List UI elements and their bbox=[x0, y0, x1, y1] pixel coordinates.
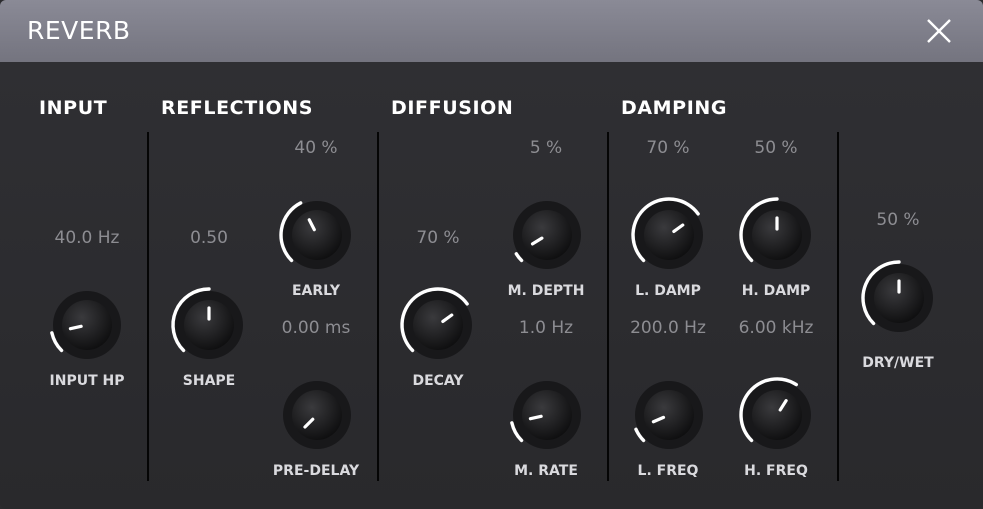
l-freq-label: L. FREQ bbox=[637, 463, 699, 479]
shape-label: SHAPE bbox=[182, 373, 236, 389]
knob-cap bbox=[292, 390, 342, 440]
section-reflections-heading: REFLECTIONS bbox=[161, 97, 313, 119]
l-damp-label: L. DAMP bbox=[635, 283, 701, 299]
input-hp-label: INPUT HP bbox=[49, 373, 125, 389]
section-input-heading: INPUT bbox=[39, 97, 108, 119]
knob-cap bbox=[752, 390, 802, 440]
m-rate-value: 1.0 Hz bbox=[518, 318, 574, 338]
close-icon[interactable] bbox=[922, 14, 956, 48]
l-damp-value: 70 % bbox=[646, 138, 690, 158]
h-damp-value: 50 % bbox=[754, 138, 798, 158]
section-divider bbox=[377, 132, 379, 481]
dry-wet-knob[interactable] bbox=[858, 257, 940, 339]
h-damp-label: H. DAMP bbox=[741, 283, 811, 299]
m-rate-label: M. RATE bbox=[514, 463, 578, 479]
dry-wet-value: 50 % bbox=[876, 210, 920, 230]
pre-delay-label: PRE-DELAY bbox=[272, 463, 360, 479]
title-bar: REVERB bbox=[0, 0, 983, 62]
l-freq-knob[interactable] bbox=[628, 374, 710, 456]
knob-cap bbox=[292, 210, 342, 260]
m-depth-label: M. DEPTH bbox=[507, 283, 585, 299]
h-freq-label: H. FREQ bbox=[744, 463, 808, 479]
m-rate-knob[interactable] bbox=[506, 374, 588, 456]
input-hp-value: 40.0 Hz bbox=[54, 228, 120, 248]
pre-delay-knob[interactable] bbox=[276, 374, 358, 456]
knob-cap bbox=[522, 390, 572, 440]
window-title: REVERB bbox=[27, 16, 131, 45]
early-label: EARLY bbox=[291, 283, 341, 299]
knob-cap bbox=[413, 300, 463, 350]
section-divider bbox=[607, 132, 609, 481]
dry-wet-label: DRY/WET bbox=[862, 355, 934, 371]
h-freq-knob[interactable] bbox=[736, 374, 818, 456]
knob-cap bbox=[62, 300, 112, 350]
knob-cap bbox=[522, 210, 572, 260]
decay-knob[interactable] bbox=[397, 284, 479, 366]
input-hp-knob[interactable] bbox=[46, 284, 128, 366]
m-depth-knob[interactable] bbox=[506, 194, 588, 276]
section-divider bbox=[837, 132, 839, 481]
knob-cap bbox=[644, 390, 694, 440]
reverb-window: REVERB INPUT REFLECTIONS DIFFUSION DAMPI… bbox=[0, 0, 983, 509]
shape-knob[interactable] bbox=[168, 284, 250, 366]
section-diffusion-heading: DIFFUSION bbox=[391, 97, 514, 119]
early-knob[interactable] bbox=[276, 194, 358, 276]
decay-label: DECAY bbox=[412, 373, 464, 389]
h-freq-value: 6.00 kHz bbox=[738, 318, 814, 338]
pre-delay-value: 0.00 ms bbox=[281, 318, 351, 338]
section-damping-heading: DAMPING bbox=[621, 97, 728, 119]
l-freq-value: 200.0 Hz bbox=[630, 318, 706, 338]
knob-cap bbox=[644, 210, 694, 260]
m-depth-value: 5 % bbox=[529, 138, 563, 158]
l-damp-knob[interactable] bbox=[628, 194, 710, 276]
shape-value: 0.50 bbox=[190, 228, 228, 248]
early-value: 40 % bbox=[294, 138, 338, 158]
h-damp-knob[interactable] bbox=[736, 194, 818, 276]
section-divider bbox=[147, 132, 149, 481]
decay-value: 70 % bbox=[416, 228, 460, 248]
